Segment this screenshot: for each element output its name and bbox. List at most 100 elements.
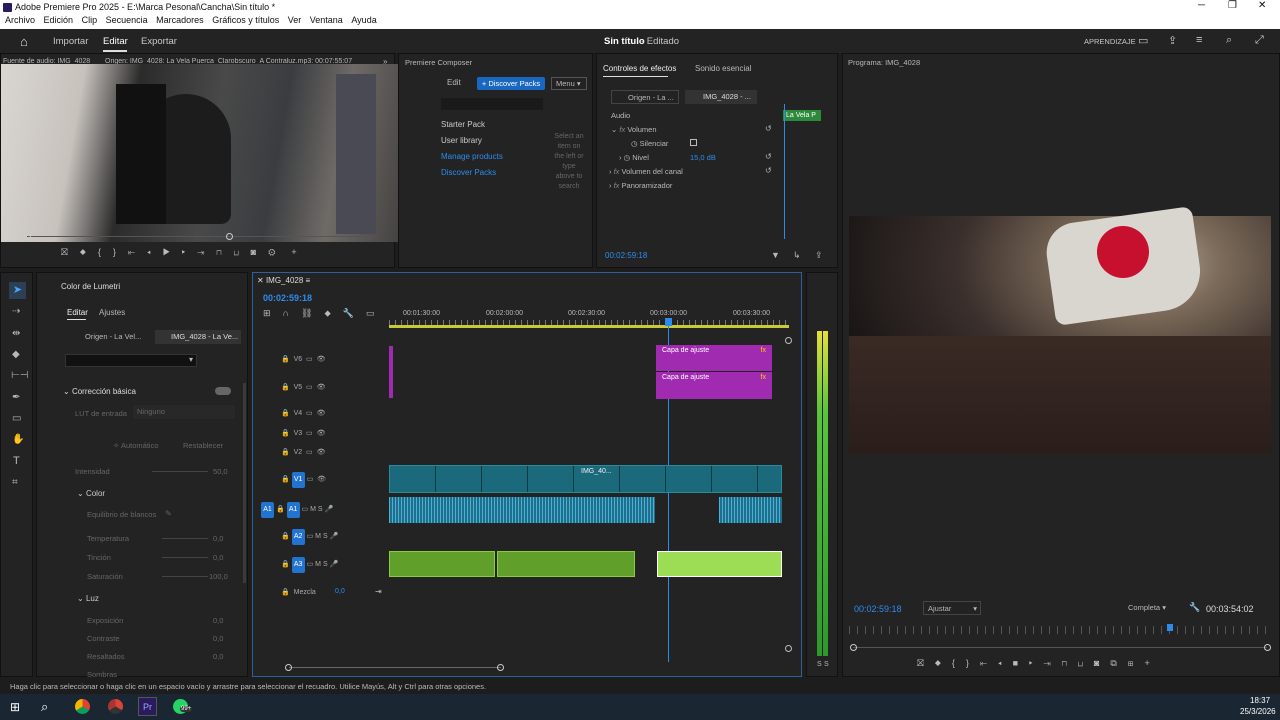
close-button[interactable]: ✕ xyxy=(1258,0,1266,11)
playhead-marker[interactable] xyxy=(665,318,672,326)
adjustment-layer-v6[interactable]: Capa de ajuste fx xyxy=(656,345,772,371)
timeline-vscroll-top[interactable] xyxy=(785,337,792,344)
program-playhead-marker[interactable] xyxy=(1167,624,1173,631)
temp-slider[interactable] xyxy=(162,538,208,539)
audio-clip-a1-1[interactable] xyxy=(389,497,655,523)
reset-button[interactable]: Restablecer xyxy=(183,441,223,450)
lumetri-source-2[interactable]: IMG_4028 - La Ve... xyxy=(155,330,241,344)
timeline-vscroll-bottom[interactable] xyxy=(785,645,792,652)
p-in-icon[interactable]: { xyxy=(952,658,966,668)
adjustment-layer-v5[interactable]: Capa de ajuste fx xyxy=(656,372,772,399)
reset-icon-1[interactable]: ↺ xyxy=(765,124,772,133)
intensity-value[interactable]: 50,0 xyxy=(213,467,228,476)
lumetri-source-1[interactable]: Origen - La Vel... xyxy=(67,330,147,344)
play-icon[interactable]: ▶ xyxy=(163,247,182,257)
insert-icon[interactable]: ⊓ xyxy=(216,247,233,257)
discover-packs-button[interactable]: + Discover Packs xyxy=(477,77,545,90)
audio-clip-a3-3[interactable] xyxy=(657,551,782,577)
ripple-tool-icon[interactable]: ⇹ xyxy=(12,328,20,339)
menu-secuencia[interactable]: Secuencia xyxy=(106,15,148,25)
lumetri-preset-select[interactable]: ▾ xyxy=(65,354,197,367)
p-go-in-icon[interactable]: ⇤ xyxy=(980,658,998,668)
track-v1-label[interactable]: V1 xyxy=(291,472,305,488)
timeline-hscroll-right[interactable] xyxy=(497,664,504,671)
lut-select[interactable]: Ninguno xyxy=(133,405,235,419)
overwrite-icon[interactable]: ⊔ xyxy=(234,247,251,257)
tint-value[interactable]: 0,0 xyxy=(213,553,223,562)
quality-dropdown[interactable]: Completa ▾ xyxy=(1125,601,1177,615)
search-icon[interactable]: ⌕ xyxy=(1226,34,1232,47)
p-fwd-icon[interactable]: ▸ xyxy=(1029,658,1043,668)
auto-button[interactable]: ✧ Automático xyxy=(113,441,159,450)
source-in-handle[interactable] xyxy=(24,233,31,240)
p-stop-icon[interactable]: ■ xyxy=(1013,658,1029,668)
slip-tool-icon[interactable]: ⊢⊣ xyxy=(11,370,28,381)
meter-solo-right[interactable]: S xyxy=(824,661,829,668)
step-fwd-icon[interactable]: ▸ xyxy=(182,247,197,257)
exposure-value[interactable]: 0,0 xyxy=(213,616,223,625)
timeline-tab[interactable]: ✕ IMG_4028 ≡ xyxy=(257,276,310,285)
composer-item-library[interactable]: User library xyxy=(441,136,482,145)
timeline-timecode[interactable]: 00:02:59:18 xyxy=(263,293,312,303)
p-lift2-icon[interactable]: ⊓ xyxy=(1062,658,1078,668)
wrench-icon[interactable]: 🔧 xyxy=(1189,602,1200,613)
p-camera-icon[interactable]: ◙ xyxy=(1094,658,1110,668)
taskbar-premiere-icon[interactable]: Pr xyxy=(138,697,157,716)
work-area-bar[interactable] xyxy=(389,325,789,328)
sat-value[interactable]: 100,0 xyxy=(209,572,228,581)
source-scrubber[interactable] xyxy=(27,236,375,237)
composer-item-discover[interactable]: Discover Packs xyxy=(441,168,496,177)
basic-toggle[interactable] xyxy=(215,387,231,395)
composer-item-manage[interactable]: Manage products xyxy=(441,152,503,161)
eyedropper-icon[interactable]: ✎ xyxy=(165,509,172,518)
track-a2-label[interactable]: A2 xyxy=(291,529,305,545)
lift-icon[interactable]: ⛝ xyxy=(61,247,80,257)
step-back-icon[interactable]: ◂ xyxy=(147,247,162,257)
mix-value[interactable]: 0,0 xyxy=(335,588,345,595)
meter-solo-left[interactable]: S xyxy=(817,661,822,668)
audio-clip-a3-2[interactable] xyxy=(497,551,635,577)
audio-clip-a3-1[interactable] xyxy=(389,551,495,577)
home-icon[interactable]: ⌂ xyxy=(20,34,28,49)
level-value[interactable]: 15,0 dB xyxy=(690,153,716,162)
share-icon[interactable]: ⇪ xyxy=(1168,34,1177,47)
camera-icon[interactable]: ◙ xyxy=(251,247,268,257)
filter-icon[interactable]: ▼ xyxy=(771,250,780,260)
p-back-icon[interactable]: ◂ xyxy=(998,658,1012,668)
temp-value[interactable]: 0,0 xyxy=(213,534,223,543)
tab-importar[interactable]: Importar xyxy=(53,36,88,47)
timeline-hscroll-left[interactable] xyxy=(285,664,292,671)
menu-icon[interactable]: ≡ xyxy=(1196,34,1202,46)
effects-clip-tab[interactable]: IMG_4028 - ... xyxy=(685,90,757,104)
effects-timecode[interactable]: 00:02:59:18 xyxy=(605,251,647,260)
lumetri-scrollbar[interactable] xyxy=(243,383,246,583)
taskbar-search-icon[interactable]: ⌕ xyxy=(41,699,48,715)
tint-slider[interactable] xyxy=(162,557,208,558)
menu-ayuda[interactable]: Ayuda xyxy=(351,15,376,25)
minimize-button[interactable]: ─ xyxy=(1198,0,1205,11)
program-in-handle[interactable] xyxy=(850,644,857,651)
menu-edicion[interactable]: Edición xyxy=(44,15,74,25)
intensity-slider[interactable] xyxy=(152,471,208,472)
composer-menu-button[interactable]: Menu ▾ xyxy=(551,77,587,90)
tab-effect-controls[interactable]: Controles de efectos xyxy=(603,64,676,73)
program-timecode[interactable]: 00:02:59:18 xyxy=(854,604,902,614)
mute-checkbox[interactable] xyxy=(690,139,697,146)
linked-icon[interactable]: ⛓ xyxy=(301,308,324,318)
p-lift-icon[interactable]: ⛝ xyxy=(917,658,935,668)
timeline-hscroll[interactable] xyxy=(289,667,501,668)
effects-origin-tab[interactable]: Origen - La ... xyxy=(611,90,679,104)
composer-search[interactable] xyxy=(441,98,543,110)
add-marker-icon[interactable]: ⬥ xyxy=(324,308,342,318)
menu-marcadores[interactable]: Marcadores xyxy=(156,15,204,25)
mix-jump-icon[interactable]: ⇥ xyxy=(375,587,382,596)
nest-icon[interactable]: ⊞ xyxy=(263,308,283,318)
contrast-value[interactable]: 0,0 xyxy=(213,634,223,643)
settings-icon[interactable]: ⚙ xyxy=(268,247,287,257)
learning-label[interactable]: APRENDIZAJE xyxy=(1084,37,1136,46)
audio-clip-a1-2[interactable] xyxy=(719,497,782,523)
chrome-icon[interactable] xyxy=(75,699,90,714)
timeline-wrench-icon[interactable]: 🔧 xyxy=(343,308,366,318)
go-out-icon[interactable]: ⇥ xyxy=(197,247,216,257)
windows-start-icon[interactable]: ⊞ xyxy=(10,700,20,714)
